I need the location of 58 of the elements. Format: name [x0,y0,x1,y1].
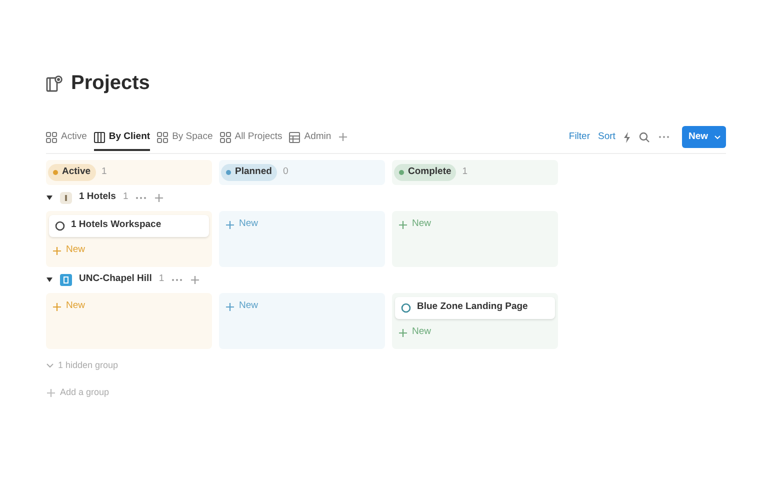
plus-icon [46,388,56,398]
plus-icon [52,302,62,312]
plus-icon [338,132,348,142]
column-count: 1 [102,165,107,180]
new-card-button[interactable]: New [222,296,382,316]
group-name: UNC-Chapel Hill [79,272,152,286]
new-card-button[interactable]: New [49,296,209,316]
view-tab[interactable]: Active [46,128,87,152]
new-card-button[interactable]: New [395,214,555,234]
document-icon [46,74,63,92]
toggle-icon[interactable] [46,194,53,201]
more-icon[interactable] [658,135,670,140]
project-card[interactable]: 1 Hotels Workspace [49,214,209,236]
grid-icon [46,132,57,143]
table-icon [289,132,300,143]
status-tag[interactable]: Active [48,164,96,180]
hidden-groups-toggle[interactable]: 1 hidden group [46,358,118,372]
plus-icon [225,220,235,230]
group-name: 1 Hotels [79,190,116,204]
toggle-icon[interactable] [46,276,53,283]
filter-button[interactable]: Filter [568,130,590,144]
plus-icon [52,246,62,256]
new-card-button[interactable]: New [49,240,209,260]
circle-icon [55,220,65,230]
more-icon[interactable] [171,278,184,282]
view-tab[interactable]: Admin [289,128,332,152]
more-icon[interactable] [135,196,148,200]
grid-icon [157,132,168,143]
chevron-down-icon[interactable] [714,134,721,140]
new-button[interactable]: New [682,126,726,148]
column-count: 0 [282,165,288,180]
status-tag[interactable]: Complete [394,164,456,180]
lightning-icon[interactable] [623,132,632,143]
view-tab[interactable]: By Client [94,128,150,152]
building-icon [60,274,72,286]
plus-icon [154,192,164,202]
plus-icon [225,302,235,312]
view-tab[interactable]: All Projects [220,128,282,152]
page-title: Projects [71,72,150,94]
group-count: 1 [122,190,128,204]
chevron-down-icon [46,362,54,368]
image-icon [60,192,72,204]
column-count: 1 [462,165,468,180]
grid-icon [220,132,231,143]
project-card[interactable]: Blue Zone Landing Page [395,296,555,318]
view-tab[interactable]: By Space [157,128,213,152]
plus-icon [398,328,408,338]
new-card-button[interactable]: New [395,322,555,342]
search-icon[interactable] [639,132,650,143]
plus-icon [398,220,408,230]
add-group-button[interactable]: Add a group [46,386,110,400]
new-card-button[interactable]: New [222,214,382,234]
plus-icon [190,274,200,284]
status-tag[interactable]: Planned [221,164,277,180]
group-count: 1 [158,272,164,286]
columns-icon [94,132,105,143]
circle-icon [401,302,411,312]
sort-button[interactable]: Sort [598,130,616,144]
